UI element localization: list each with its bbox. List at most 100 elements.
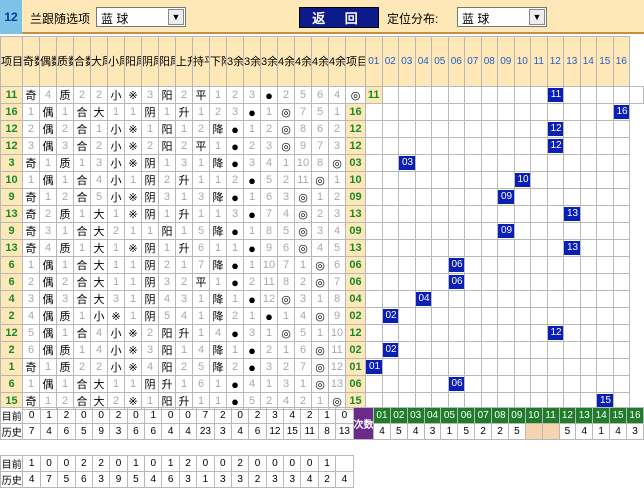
empty-cell: [497, 120, 515, 138]
footer-number: 10: [524, 407, 543, 424]
footer-cell: 0: [230, 407, 250, 424]
empty-cell: [612, 222, 630, 240]
footer-cell: 7: [196, 407, 215, 424]
chevron-down-icon[interactable]: ▼: [529, 9, 545, 25]
empty-cell: [596, 205, 614, 223]
stat-cell: 1: [141, 222, 159, 240]
table-row: 1 奇 1 质 2 2 小 ※ 4 阳 2 5 降 2 ● 3 2 7 ◎ 12 01 01: [0, 358, 644, 376]
stat-cell: 2: [90, 358, 108, 376]
stat-cell: ※: [124, 239, 142, 257]
empty-cell: [431, 154, 449, 172]
empty-cell: [464, 120, 482, 138]
stat-cell: 1: [158, 154, 176, 172]
stat-cell: 4: [209, 324, 227, 342]
empty-cell: [579, 137, 597, 155]
empty-cell: [480, 341, 498, 359]
empty-cell: [513, 154, 531, 172]
footer-cell: 23: [196, 423, 215, 440]
stat-cell: 1: [141, 120, 159, 138]
empty-cell: [365, 171, 383, 189]
empty-cell: [612, 307, 630, 325]
empty-cell: [431, 324, 449, 342]
stat-cell: 2: [243, 137, 261, 155]
stat-cell: 10: [328, 324, 346, 342]
empty-cell: [365, 307, 383, 325]
footer-cell: 6: [74, 471, 93, 488]
stat-cell: 1: [73, 239, 91, 257]
empty-cell: [513, 120, 531, 138]
stat-cell: 偶: [39, 256, 57, 274]
row-number: 10: [0, 171, 23, 189]
stat-cell: 1: [158, 103, 176, 121]
stat-cell: 质: [56, 154, 74, 172]
stat-cell: 5: [277, 222, 295, 240]
stat-cell: 阴: [141, 375, 159, 393]
stat-cell: 1: [56, 256, 74, 274]
stat-cell: 小: [107, 341, 125, 359]
empty-cell: [563, 120, 581, 138]
empty-cell: [398, 273, 416, 291]
drawn-ball: 03: [399, 156, 415, 170]
empty-cell: [546, 290, 564, 308]
footer-cell: 4: [230, 423, 250, 440]
stat-cell: 2: [226, 307, 244, 325]
stat-cell: 质: [56, 341, 74, 359]
empty-cell: [414, 324, 432, 342]
footer-cell: 3: [178, 471, 198, 488]
footer-cell: 2: [109, 407, 128, 424]
stat-cell: 阴: [141, 239, 159, 257]
stat-cell: ●: [243, 341, 261, 359]
empty-cell: [414, 341, 432, 359]
stat-cell: 合: [73, 222, 91, 240]
empty-cell: [381, 205, 399, 223]
empty-cell: [513, 256, 531, 274]
footer-number: 04: [423, 407, 442, 424]
empty-cell: [398, 256, 416, 274]
stat-cell: 降: [209, 256, 227, 274]
empty-cell: [464, 171, 482, 189]
table-row: 2 4 偶质 1 小 ※ 1 阴 5 4 1 降 2 1 ● 1 4 ◎ 9 02 02: [0, 307, 644, 325]
empty-cell: [563, 358, 581, 376]
stat-cell: 5: [294, 86, 312, 104]
empty-cell: [530, 307, 548, 325]
stat-cell: 1: [107, 273, 125, 291]
table-row: 10 1 偶 1 合 4 小 1 阴 2 升 1 1 2 ● 5 2 11 ◎ 1 10 10: [0, 171, 644, 189]
stat-cell: 偶: [39, 103, 57, 121]
empty-cell: [612, 290, 630, 308]
empty-cell: [497, 137, 515, 155]
column-header: 大尾: [90, 36, 108, 87]
stat-cell: 降: [209, 290, 227, 308]
stat-cell: 3: [294, 290, 312, 308]
stat-cell: 大: [90, 256, 108, 274]
empty-cell: [497, 171, 515, 189]
stat-cell: 偶: [39, 171, 57, 189]
stat-cell: 8: [277, 273, 295, 291]
stat-cell: 阳: [158, 120, 176, 138]
stat-cell: ●: [226, 137, 244, 155]
stat-cell: 11: [260, 273, 278, 291]
blue-follow-select[interactable]: 蓝 球 ▼: [96, 7, 186, 27]
row-number: 1: [0, 358, 23, 376]
stat-cell: 小: [107, 120, 125, 138]
column-header: 阳尾: [124, 36, 142, 87]
stat-cell: ◎: [311, 256, 329, 274]
ball-cell: 13: [563, 239, 581, 257]
empty-cell: [579, 222, 597, 240]
footer-number: 16: [625, 407, 644, 424]
stat-cell: 1: [90, 120, 108, 138]
stat-cell: 3: [260, 137, 278, 155]
stat-cell: 5: [260, 171, 278, 189]
empty-cell: [414, 375, 432, 393]
stat-cell: 2: [158, 256, 176, 274]
drawn-ball: 13: [564, 241, 580, 255]
stat-cell: 合: [73, 375, 91, 393]
stat-cell: 1: [39, 188, 57, 206]
stat-cell: 3: [158, 273, 176, 291]
chevron-down-icon[interactable]: ▼: [168, 9, 184, 25]
empty-cell: [579, 120, 597, 138]
stat-cell: 降: [209, 222, 227, 240]
back-button[interactable]: 返 回: [299, 7, 379, 28]
stat-cell: 合: [73, 137, 91, 155]
stat-cell: 5: [192, 222, 210, 240]
position-select[interactable]: 蓝 球 ▼: [457, 7, 547, 27]
